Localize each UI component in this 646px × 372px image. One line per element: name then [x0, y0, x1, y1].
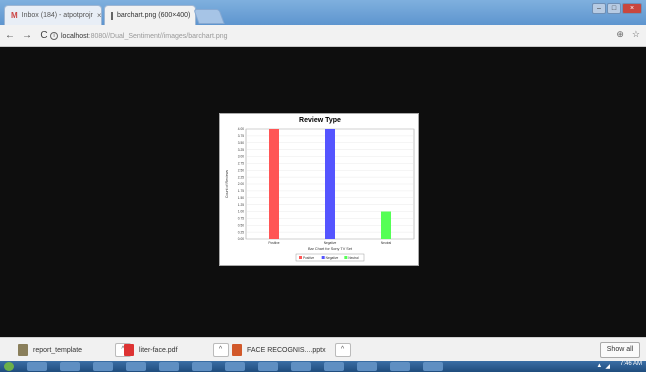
- taskbar-app-icon[interactable]: [126, 362, 146, 371]
- taskbar-app-icon[interactable]: [423, 362, 443, 371]
- legend-swatch: [299, 256, 302, 259]
- y-tick-label: 3.25: [238, 148, 244, 152]
- clock: 7:46 AM: [619, 361, 642, 367]
- chevron-up-icon[interactable]: ^: [212, 343, 229, 357]
- downloads-bar: report_template ^ liter-face.pdf ^ FACE …: [0, 337, 646, 361]
- y-tick-label: 4.00: [238, 127, 244, 131]
- download-name: report_template: [33, 346, 83, 354]
- x-tick-label: Neutral: [381, 241, 392, 245]
- info-icon[interactable]: i: [50, 32, 58, 40]
- tab-bar: M Inbox (184) - atpotprojr × barchart.pn…: [0, 0, 646, 25]
- taskbar-app-icon[interactable]: [324, 362, 344, 371]
- start-button[interactable]: [4, 362, 14, 371]
- close-window-button[interactable]: ×: [622, 3, 642, 14]
- forward-button[interactable]: →: [20, 30, 34, 41]
- barchart-image: Review Type 0.00 0.25 0.50 0.75 1.00 1.25 1.50 1…: [219, 113, 419, 266]
- y-tick-label: 2.00: [238, 182, 244, 186]
- show-all-button[interactable]: Show all: [600, 342, 640, 358]
- bookmark-star-icon[interactable]: ☆: [632, 29, 640, 40]
- tab-title: barchart.png (600×400): [117, 12, 191, 19]
- y-tick-label: 1.50: [238, 196, 244, 200]
- y-tick-label: 3.50: [238, 141, 244, 145]
- y-tick-label: 0.00: [238, 237, 244, 241]
- taskbar-app-icon[interactable]: [93, 362, 113, 371]
- y-tick-label: 3.00: [238, 155, 244, 159]
- system-tray: ▲ ◢: [596, 363, 610, 370]
- taskbar-app-icon[interactable]: [159, 362, 179, 371]
- taskbar-app-icon[interactable]: [192, 362, 212, 371]
- y-tick-label: 0.25: [238, 230, 244, 234]
- bar-neutral: [381, 211, 391, 239]
- y-axis-label: Count of Reviews: [225, 170, 229, 198]
- taskbar-app-icon[interactable]: [60, 362, 80, 371]
- network-icon[interactable]: ▲: [596, 363, 602, 370]
- browser-toolbar: ← → C i localhost:8080//Dual_Sentiment//…: [0, 25, 646, 47]
- pptx-icon: [232, 344, 242, 356]
- minimize-button[interactable]: –: [592, 3, 606, 14]
- legend-label: Neutral: [348, 256, 359, 260]
- y-tick-label: 1.25: [238, 203, 244, 207]
- zoom-icon[interactable]: ⊕: [616, 29, 624, 40]
- taskbar-app-icon[interactable]: [258, 362, 278, 371]
- windows-taskbar: ▲ ◢ 7:46 AM: [0, 361, 646, 372]
- maximize-button[interactable]: □: [607, 3, 621, 14]
- download-item[interactable]: liter-face.pdf ^: [124, 342, 229, 358]
- y-tick-label: 1.00: [238, 210, 244, 214]
- image-icon: [111, 11, 113, 20]
- address-bar[interactable]: i localhost:8080//Dual_Sentiment//images…: [50, 28, 600, 44]
- tab-title: Inbox (184) - atpotprojr: [21, 12, 93, 19]
- gmail-icon: M: [11, 11, 18, 20]
- download-name: liter-face.pdf: [139, 346, 178, 354]
- tab-gmail[interactable]: M Inbox (184) - atpotprojr ×: [4, 5, 102, 25]
- legend-swatch: [321, 256, 325, 259]
- x-tick-label: Positive: [268, 241, 279, 245]
- y-tick-label: 1.75: [238, 189, 244, 193]
- legend-label: Negative: [326, 256, 339, 260]
- download-name: FACE RECOGNIS....pptx: [247, 346, 326, 354]
- y-tick-label: 2.25: [238, 175, 244, 179]
- volume-icon[interactable]: ◢: [605, 363, 610, 370]
- reload-button[interactable]: C: [37, 30, 51, 41]
- bar-positive: [269, 129, 279, 239]
- x-axis-label: Bar Chart for Sony TV Set: [308, 247, 353, 251]
- window-controls: – □ ×: [592, 3, 642, 14]
- taskbar-app-icon[interactable]: [357, 362, 377, 371]
- taskbar-app-icon[interactable]: [27, 362, 47, 371]
- y-tick-label: 2.75: [238, 162, 244, 166]
- taskbar-app-icon[interactable]: [225, 362, 245, 371]
- x-tick-label: Negative: [324, 241, 337, 245]
- taskbar-app-icon[interactable]: [291, 362, 311, 371]
- close-icon[interactable]: ×: [97, 11, 101, 20]
- legend-label: Positive: [303, 256, 314, 260]
- url-path: :8080//Dual_Sentiment//images/barchart.p…: [88, 32, 228, 40]
- download-item[interactable]: report_template ^: [18, 342, 132, 358]
- url-host: localhost: [61, 32, 89, 40]
- tab-barchart[interactable]: barchart.png (600×400) ×: [104, 5, 196, 25]
- back-button[interactable]: ←: [3, 30, 17, 41]
- pdf-icon: [124, 344, 134, 356]
- bar-negative: [325, 129, 335, 239]
- download-item[interactable]: FACE RECOGNIS....pptx ^: [232, 342, 351, 358]
- y-tick-label: 0.50: [238, 223, 244, 227]
- taskbar-app-icon[interactable]: [390, 362, 410, 371]
- bar-chart: Review Type 0.00 0.25 0.50 0.75 1.00 1.25 1.50 1…: [225, 117, 415, 262]
- y-tick-label: 0.75: [238, 217, 244, 221]
- chart-title: Review Type: [299, 117, 341, 124]
- legend-swatch: [344, 256, 348, 259]
- y-tick-label: 3.75: [238, 134, 244, 138]
- y-tick-label: 2.50: [238, 168, 244, 172]
- new-tab-button[interactable]: [193, 9, 225, 24]
- page-viewport: Review Type 0.00 0.25 0.50 0.75 1.00 1.25 1.50 1…: [0, 47, 646, 337]
- chevron-up-icon[interactable]: ^: [334, 343, 351, 357]
- archive-icon: [18, 344, 28, 356]
